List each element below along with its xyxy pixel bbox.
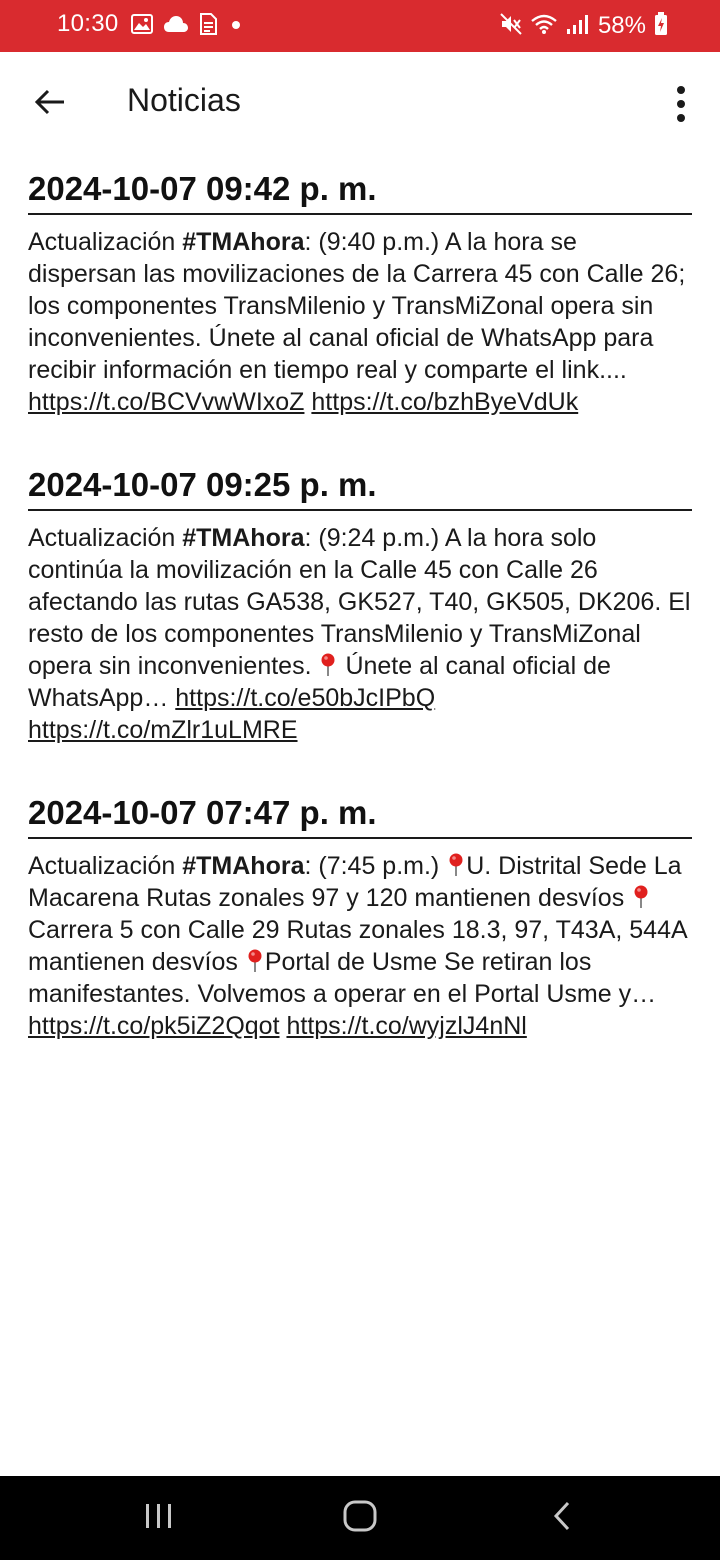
back-button[interactable]	[24, 78, 76, 130]
recent-apps-icon	[143, 1502, 175, 1535]
news-body: Actualización #TMAhora: (9:24 p.m.) A la…	[28, 522, 692, 746]
news-prefix: Actualización	[28, 524, 183, 552]
back-nav-button[interactable]	[532, 1492, 592, 1544]
document-icon	[199, 12, 217, 40]
signal-icon	[566, 13, 588, 40]
news-date: 2024-10-07 09:25 p. m.	[28, 462, 692, 511]
app-bar: Noticias	[0, 52, 720, 152]
navigation-bar	[0, 1476, 720, 1560]
status-system-icons: 58%	[500, 11, 668, 41]
news-list: 2024-10-07 09:42 p. m. Actualización #TM…	[28, 166, 692, 1086]
status-bar: 10:30 58%	[0, 0, 720, 52]
more-vertical-icon-dot	[677, 100, 685, 108]
more-options-button[interactable]	[668, 80, 694, 128]
news-prefix: Actualización	[28, 852, 183, 880]
home-icon	[343, 1500, 377, 1537]
mute-icon	[500, 12, 522, 40]
pin-icon	[449, 853, 463, 876]
more-vertical-icon-dot	[677, 114, 685, 122]
news-item: 2024-10-07 09:42 p. m. Actualización #TM…	[28, 166, 692, 418]
news-link[interactable]: https://t.co/e50bJcIPbQ	[175, 684, 435, 712]
pin-icon	[248, 949, 262, 972]
news-link[interactable]: https://t.co/BCVvwWIxoZ	[28, 388, 304, 416]
pin-icon	[634, 885, 648, 908]
cloud-icon	[163, 15, 189, 38]
news-hashtag: #TMAhora	[182, 524, 305, 552]
news-date: 2024-10-07 09:42 p. m.	[28, 166, 692, 215]
news-item: 2024-10-07 09:25 p. m. Actualización #TM…	[28, 462, 692, 746]
news-link[interactable]: https://t.co/pk5iZ2Qqot	[28, 1012, 280, 1040]
arrow-back-icon	[34, 88, 66, 121]
news-link[interactable]: https://t.co/wyjzlJ4nNl	[286, 1012, 526, 1040]
news-text: : (7:45 p.m.)	[304, 852, 440, 880]
page-title: Noticias	[127, 82, 241, 118]
news-link[interactable]: https://t.co/mZlr1uLMRE	[28, 716, 298, 744]
news-hashtag: #TMAhora	[182, 228, 305, 256]
battery-percent: 58%	[597, 12, 646, 39]
back-nav-icon	[552, 1500, 572, 1537]
news-body: Actualización #TMAhora: (9:40 p.m.) A la…	[28, 226, 692, 418]
news-date: 2024-10-07 07:47 p. m.	[28, 790, 692, 839]
news-prefix: Actualización	[28, 228, 183, 256]
news-body: Actualización #TMAhora: (7:45 p.m.) U. D…	[28, 850, 692, 1042]
pin-icon	[321, 653, 335, 676]
news-link[interactable]: https://t.co/bzhByeVdUk	[311, 388, 578, 416]
battery-charging-icon	[654, 11, 668, 41]
recent-apps-button[interactable]	[129, 1492, 189, 1544]
wifi-icon	[530, 13, 558, 40]
status-notification-icons	[131, 12, 245, 40]
dot-icon	[227, 14, 245, 39]
news-hashtag: #TMAhora	[182, 852, 305, 880]
news-item: 2024-10-07 07:47 p. m. Actualización #TM…	[28, 790, 692, 1042]
status-time: 10:30	[57, 10, 119, 37]
more-vertical-icon	[677, 86, 685, 94]
gallery-icon	[131, 13, 153, 39]
home-button[interactable]	[330, 1492, 390, 1544]
